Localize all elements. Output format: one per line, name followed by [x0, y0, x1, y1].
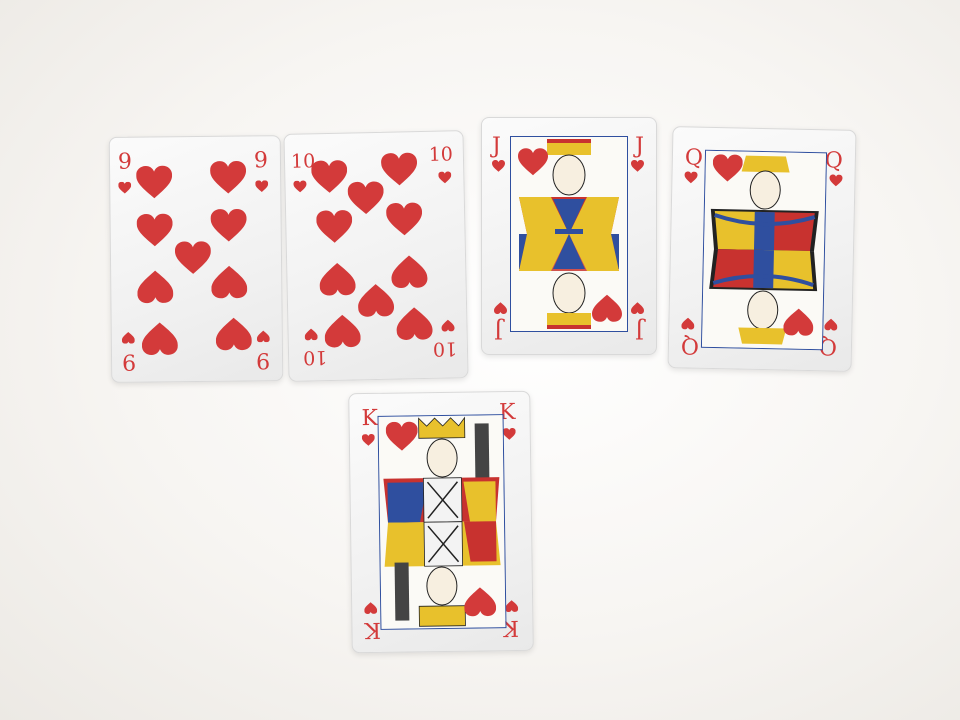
heart-icon — [305, 328, 318, 340]
card-rank-top-right: J — [635, 134, 644, 159]
heart-icon — [381, 152, 418, 187]
card-rank-bottom-right: 10 — [432, 337, 458, 360]
heart-icon — [175, 241, 211, 275]
heart-icon — [464, 586, 496, 616]
heart-icon — [255, 180, 268, 192]
card-rank-top: K — [361, 405, 379, 432]
heart-icon — [712, 154, 743, 183]
heart-icon — [319, 261, 356, 296]
heart-icon — [386, 421, 418, 451]
heart-icon — [311, 160, 348, 195]
card-rank-top-right: 10 — [428, 143, 454, 166]
heart-icon — [137, 269, 173, 303]
heart-icon — [684, 171, 697, 183]
heart-icon — [631, 302, 644, 314]
heart-icon — [324, 313, 361, 348]
heart-icon — [503, 428, 516, 440]
card-rank-top-right: 9 — [253, 148, 269, 174]
heart-icon — [631, 160, 644, 172]
heart-icon — [316, 209, 353, 244]
heart-icon — [592, 294, 622, 322]
heart-icon — [358, 283, 395, 318]
heart-icon — [122, 332, 135, 344]
card-rank-bottom-right: J — [635, 317, 644, 342]
heart-icon — [211, 264, 247, 298]
card-rank-top: 9 — [117, 149, 133, 175]
heart-icon — [681, 317, 694, 329]
playing-card-ten-of-hearts: 10 10 10 10 — [283, 130, 469, 382]
heart-icon — [518, 148, 548, 176]
heart-icon — [293, 180, 306, 192]
card-rank-bottom: 10 — [302, 346, 328, 369]
card-rank-top: Q — [684, 145, 704, 171]
heart-icon — [829, 174, 842, 186]
heart-icon — [364, 602, 377, 614]
heart-icon — [136, 165, 172, 199]
heart-icon — [783, 307, 814, 336]
card-rank-bottom-right: 9 — [255, 347, 271, 373]
heart-icon — [492, 160, 505, 172]
heart-icon — [494, 302, 507, 314]
heart-icon — [118, 182, 131, 194]
heart-icon — [257, 330, 270, 342]
heart-icon — [210, 160, 246, 194]
card-rank-bottom: K — [364, 616, 382, 643]
heart-icon — [142, 321, 178, 355]
heart-icon — [362, 434, 375, 446]
heart-icon — [347, 181, 384, 216]
playing-card-jack-of-hearts: J J J J — [481, 117, 657, 355]
card-rank-bottom: 9 — [121, 348, 137, 374]
heart-icon — [216, 316, 252, 350]
playing-card-queen-of-hearts: Q Q Q Q — [667, 126, 857, 372]
heart-icon — [396, 306, 433, 341]
card-rank-top: J — [492, 134, 501, 159]
card-rank-top-right: Q — [824, 148, 844, 174]
heart-icon — [137, 213, 173, 247]
heart-icon — [824, 318, 837, 330]
playing-card-nine-of-hearts: 9 9 9 9 — [108, 135, 284, 383]
heart-icon — [391, 254, 428, 289]
card-rank-bottom: Q — [680, 332, 700, 358]
heart-icon — [210, 208, 246, 242]
heart-icon — [438, 171, 451, 183]
heart-icon — [441, 319, 454, 331]
heart-icon — [505, 600, 518, 612]
playing-card-king-of-hearts: K K K K — [348, 390, 534, 654]
card-rank-bottom: J — [494, 317, 503, 342]
heart-icon — [386, 202, 423, 237]
